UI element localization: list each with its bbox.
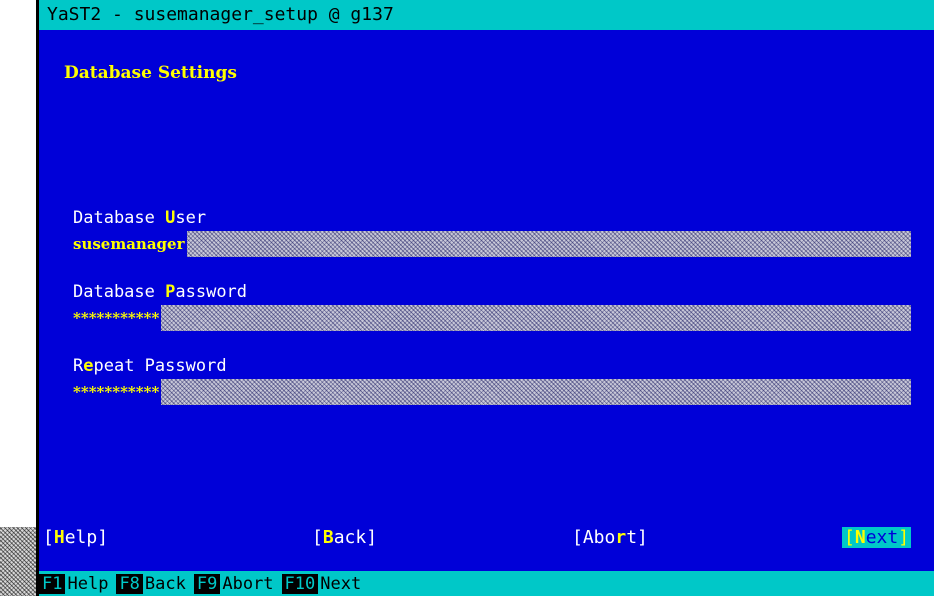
database-password-input[interactable]: *********** — [73, 305, 911, 331]
fkey-key: F8 — [116, 573, 143, 594]
label-text: Database — [73, 282, 166, 302]
hotkey-char: r — [615, 527, 627, 548]
repeat-password-label: Repeat Password — [73, 356, 227, 376]
fkey-help[interactable]: F1 Help — [39, 573, 109, 594]
button-label: elp — [64, 527, 98, 548]
fkey-key: F10 — [281, 573, 319, 594]
label-text: ser — [175, 208, 207, 228]
bracket: ] — [637, 527, 648, 548]
database-user-input[interactable]: susemanager — [73, 231, 911, 257]
fkey-label: Back — [144, 573, 186, 594]
hotkey-char: e — [83, 356, 94, 376]
bracket: [ — [844, 527, 855, 548]
fkey-key: F1 — [39, 573, 66, 594]
bracket: [ — [572, 527, 583, 548]
fkey-label: Next — [320, 573, 362, 594]
fkey-abort[interactable]: F9 Abort — [193, 573, 274, 594]
label-text: assword — [175, 282, 248, 302]
abort-button[interactable]: [Abort] — [572, 527, 648, 548]
hotkey-char: H — [53, 527, 65, 548]
help-button[interactable]: [Help] — [43, 527, 108, 548]
label-text: peat Password — [93, 356, 227, 376]
button-label: ext — [865, 527, 899, 548]
database-password-label: Database Password — [73, 282, 247, 302]
fkey-key: F9 — [193, 573, 221, 594]
repeat-password-value: *********** — [73, 379, 162, 405]
database-user-value: susemanager — [73, 231, 187, 257]
hotkey-char: U — [165, 208, 176, 228]
hotkey-char: B — [322, 527, 334, 548]
bracket: ] — [366, 527, 378, 548]
repeat-password-input[interactable]: *********** — [73, 379, 911, 405]
fkey-back[interactable]: F8 Back — [116, 573, 186, 594]
label-text: Database — [73, 208, 166, 228]
button-label: Abo — [582, 527, 616, 548]
bracket: [ — [43, 527, 54, 548]
fkey-label: Abort — [222, 573, 274, 594]
button-label: t — [626, 527, 638, 548]
bracket: [ — [312, 527, 323, 548]
hatched-background-strip — [0, 527, 36, 596]
bracket: ] — [898, 527, 910, 548]
fkey-next[interactable]: F10 Next — [281, 573, 362, 594]
database-user-label: Database User — [73, 208, 206, 228]
label-text: R — [73, 356, 84, 376]
hotkey-char: P — [165, 282, 176, 302]
dialog-heading: Database Settings — [64, 63, 237, 83]
back-button[interactable]: [Back] — [312, 527, 377, 548]
window-title-bar: YaST2 - susemanager_setup @ g137 — [39, 0, 934, 30]
hotkey-char: N — [854, 527, 866, 548]
bracket: ] — [97, 527, 109, 548]
window-title: YaST2 - susemanager_setup @ g137 — [47, 4, 394, 25]
function-key-bar: F1 Help F8 Back F9 Abort F10 Next — [39, 571, 934, 596]
next-button[interactable]: [Next] — [842, 527, 912, 548]
button-label: ack — [333, 527, 367, 548]
fkey-label: Help — [67, 573, 109, 594]
dialog-area: Database Settings Database User susemana… — [39, 30, 934, 571]
database-password-value: *********** — [73, 305, 162, 331]
